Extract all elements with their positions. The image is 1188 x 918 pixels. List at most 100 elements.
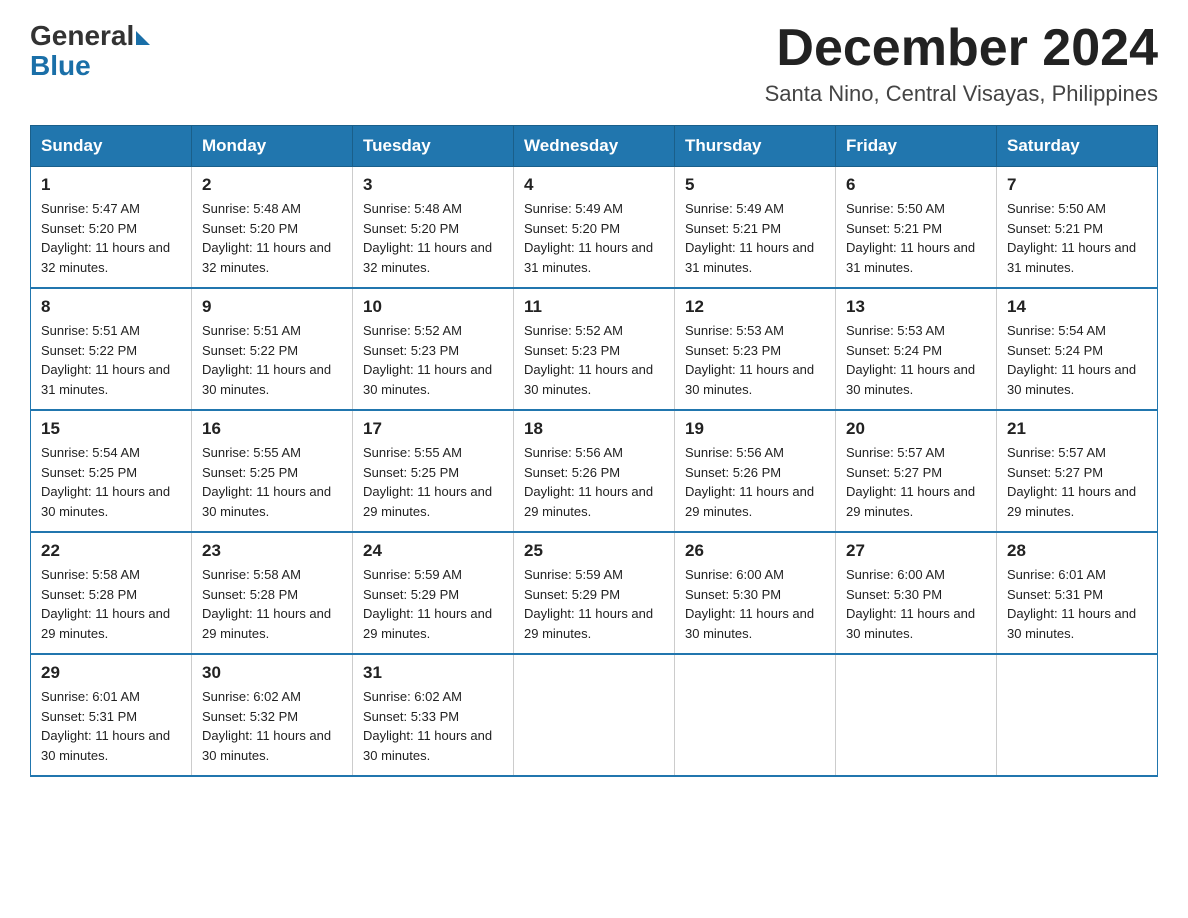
calendar-cell: 16 Sunrise: 5:55 AMSunset: 5:25 PMDaylig… [192, 410, 353, 532]
calendar-cell: 20 Sunrise: 5:57 AMSunset: 5:27 PMDaylig… [836, 410, 997, 532]
calendar-table: SundayMondayTuesdayWednesdayThursdayFrid… [30, 125, 1158, 777]
month-title: December 2024 [765, 20, 1158, 77]
weekday-header-friday: Friday [836, 126, 997, 167]
day-number: 16 [202, 419, 342, 439]
day-info: Sunrise: 5:51 AMSunset: 5:22 PMDaylight:… [41, 323, 170, 397]
day-number: 5 [685, 175, 825, 195]
day-number: 26 [685, 541, 825, 561]
weekday-header-saturday: Saturday [997, 126, 1158, 167]
day-info: Sunrise: 6:01 AMSunset: 5:31 PMDaylight:… [1007, 567, 1136, 641]
logo-blue-text: Blue [30, 50, 150, 82]
calendar-cell: 8 Sunrise: 5:51 AMSunset: 5:22 PMDayligh… [31, 288, 192, 410]
day-number: 21 [1007, 419, 1147, 439]
day-info: Sunrise: 5:59 AMSunset: 5:29 PMDaylight:… [524, 567, 653, 641]
day-number: 15 [41, 419, 181, 439]
weekday-header-thursday: Thursday [675, 126, 836, 167]
day-number: 23 [202, 541, 342, 561]
day-info: Sunrise: 5:50 AMSunset: 5:21 PMDaylight:… [1007, 201, 1136, 275]
calendar-cell: 6 Sunrise: 5:50 AMSunset: 5:21 PMDayligh… [836, 167, 997, 289]
calendar-cell: 14 Sunrise: 5:54 AMSunset: 5:24 PMDaylig… [997, 288, 1158, 410]
day-number: 19 [685, 419, 825, 439]
day-info: Sunrise: 5:54 AMSunset: 5:25 PMDaylight:… [41, 445, 170, 519]
calendar-cell: 11 Sunrise: 5:52 AMSunset: 5:23 PMDaylig… [514, 288, 675, 410]
day-info: Sunrise: 5:53 AMSunset: 5:23 PMDaylight:… [685, 323, 814, 397]
calendar-cell: 2 Sunrise: 5:48 AMSunset: 5:20 PMDayligh… [192, 167, 353, 289]
day-number: 6 [846, 175, 986, 195]
day-number: 3 [363, 175, 503, 195]
day-info: Sunrise: 5:48 AMSunset: 5:20 PMDaylight:… [363, 201, 492, 275]
calendar-cell: 9 Sunrise: 5:51 AMSunset: 5:22 PMDayligh… [192, 288, 353, 410]
day-info: Sunrise: 5:52 AMSunset: 5:23 PMDaylight:… [524, 323, 653, 397]
calendar-cell: 7 Sunrise: 5:50 AMSunset: 5:21 PMDayligh… [997, 167, 1158, 289]
calendar-week-row: 1 Sunrise: 5:47 AMSunset: 5:20 PMDayligh… [31, 167, 1158, 289]
day-number: 25 [524, 541, 664, 561]
calendar-cell: 30 Sunrise: 6:02 AMSunset: 5:32 PMDaylig… [192, 654, 353, 776]
day-number: 4 [524, 175, 664, 195]
calendar-cell: 18 Sunrise: 5:56 AMSunset: 5:26 PMDaylig… [514, 410, 675, 532]
calendar-cell: 13 Sunrise: 5:53 AMSunset: 5:24 PMDaylig… [836, 288, 997, 410]
day-number: 8 [41, 297, 181, 317]
calendar-cell: 15 Sunrise: 5:54 AMSunset: 5:25 PMDaylig… [31, 410, 192, 532]
day-number: 28 [1007, 541, 1147, 561]
day-number: 17 [363, 419, 503, 439]
day-info: Sunrise: 5:57 AMSunset: 5:27 PMDaylight:… [1007, 445, 1136, 519]
calendar-cell: 21 Sunrise: 5:57 AMSunset: 5:27 PMDaylig… [997, 410, 1158, 532]
calendar-cell: 25 Sunrise: 5:59 AMSunset: 5:29 PMDaylig… [514, 532, 675, 654]
day-info: Sunrise: 5:51 AMSunset: 5:22 PMDaylight:… [202, 323, 331, 397]
day-number: 9 [202, 297, 342, 317]
calendar-cell: 12 Sunrise: 5:53 AMSunset: 5:23 PMDaylig… [675, 288, 836, 410]
calendar-header-row: SundayMondayTuesdayWednesdayThursdayFrid… [31, 126, 1158, 167]
calendar-cell: 29 Sunrise: 6:01 AMSunset: 5:31 PMDaylig… [31, 654, 192, 776]
day-info: Sunrise: 5:56 AMSunset: 5:26 PMDaylight:… [524, 445, 653, 519]
day-number: 24 [363, 541, 503, 561]
calendar-cell: 24 Sunrise: 5:59 AMSunset: 5:29 PMDaylig… [353, 532, 514, 654]
day-info: Sunrise: 5:55 AMSunset: 5:25 PMDaylight:… [363, 445, 492, 519]
calendar-cell: 22 Sunrise: 5:58 AMSunset: 5:28 PMDaylig… [31, 532, 192, 654]
day-number: 1 [41, 175, 181, 195]
calendar-cell: 4 Sunrise: 5:49 AMSunset: 5:20 PMDayligh… [514, 167, 675, 289]
day-info: Sunrise: 5:48 AMSunset: 5:20 PMDaylight:… [202, 201, 331, 275]
day-number: 18 [524, 419, 664, 439]
day-number: 7 [1007, 175, 1147, 195]
calendar-cell [675, 654, 836, 776]
day-info: Sunrise: 5:55 AMSunset: 5:25 PMDaylight:… [202, 445, 331, 519]
calendar-cell: 5 Sunrise: 5:49 AMSunset: 5:21 PMDayligh… [675, 167, 836, 289]
calendar-cell: 27 Sunrise: 6:00 AMSunset: 5:30 PMDaylig… [836, 532, 997, 654]
day-info: Sunrise: 5:57 AMSunset: 5:27 PMDaylight:… [846, 445, 975, 519]
calendar-week-row: 15 Sunrise: 5:54 AMSunset: 5:25 PMDaylig… [31, 410, 1158, 532]
day-number: 22 [41, 541, 181, 561]
day-info: Sunrise: 6:02 AMSunset: 5:32 PMDaylight:… [202, 689, 331, 763]
day-info: Sunrise: 5:49 AMSunset: 5:21 PMDaylight:… [685, 201, 814, 275]
page-header: General Blue December 2024 Santa Nino, C… [30, 20, 1158, 107]
day-number: 2 [202, 175, 342, 195]
logo-arrow-icon [136, 31, 150, 45]
day-number: 31 [363, 663, 503, 683]
day-number: 11 [524, 297, 664, 317]
day-info: Sunrise: 6:00 AMSunset: 5:30 PMDaylight:… [846, 567, 975, 641]
day-info: Sunrise: 5:54 AMSunset: 5:24 PMDaylight:… [1007, 323, 1136, 397]
location-title: Santa Nino, Central Visayas, Philippines [765, 81, 1158, 107]
day-info: Sunrise: 6:00 AMSunset: 5:30 PMDaylight:… [685, 567, 814, 641]
day-info: Sunrise: 5:49 AMSunset: 5:20 PMDaylight:… [524, 201, 653, 275]
calendar-cell: 31 Sunrise: 6:02 AMSunset: 5:33 PMDaylig… [353, 654, 514, 776]
day-number: 12 [685, 297, 825, 317]
weekday-header-tuesday: Tuesday [353, 126, 514, 167]
calendar-week-row: 22 Sunrise: 5:58 AMSunset: 5:28 PMDaylig… [31, 532, 1158, 654]
day-info: Sunrise: 5:53 AMSunset: 5:24 PMDaylight:… [846, 323, 975, 397]
day-number: 14 [1007, 297, 1147, 317]
weekday-header-wednesday: Wednesday [514, 126, 675, 167]
calendar-cell: 17 Sunrise: 5:55 AMSunset: 5:25 PMDaylig… [353, 410, 514, 532]
day-info: Sunrise: 5:59 AMSunset: 5:29 PMDaylight:… [363, 567, 492, 641]
calendar-week-row: 29 Sunrise: 6:01 AMSunset: 5:31 PMDaylig… [31, 654, 1158, 776]
day-info: Sunrise: 5:52 AMSunset: 5:23 PMDaylight:… [363, 323, 492, 397]
day-info: Sunrise: 6:01 AMSunset: 5:31 PMDaylight:… [41, 689, 170, 763]
day-number: 30 [202, 663, 342, 683]
day-info: Sunrise: 5:56 AMSunset: 5:26 PMDaylight:… [685, 445, 814, 519]
day-info: Sunrise: 5:58 AMSunset: 5:28 PMDaylight:… [41, 567, 170, 641]
calendar-cell: 3 Sunrise: 5:48 AMSunset: 5:20 PMDayligh… [353, 167, 514, 289]
weekday-header-sunday: Sunday [31, 126, 192, 167]
calendar-cell: 26 Sunrise: 6:00 AMSunset: 5:30 PMDaylig… [675, 532, 836, 654]
logo: General Blue [30, 20, 150, 82]
calendar-cell: 1 Sunrise: 5:47 AMSunset: 5:20 PMDayligh… [31, 167, 192, 289]
calendar-cell [514, 654, 675, 776]
